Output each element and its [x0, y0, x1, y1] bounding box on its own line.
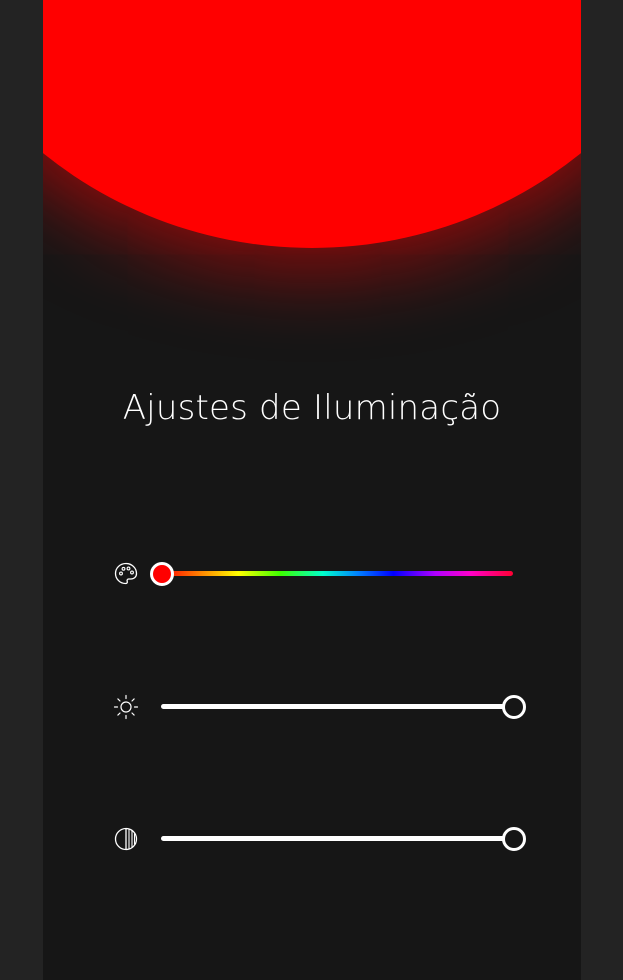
sun-icon: [113, 694, 139, 720]
brightness-slider-row: [103, 687, 526, 727]
lighting-panel: Ajustes de Iluminação: [43, 0, 581, 980]
contrast-slider-row: [103, 819, 526, 859]
brightness-slider-thumb[interactable]: [502, 695, 526, 719]
light-color-preview: [43, 0, 581, 248]
page-title: Ajustes de Iluminação: [122, 388, 502, 428]
hue-slider-track[interactable]: [161, 571, 513, 576]
contrast-icon: [114, 827, 138, 851]
hue-slider-row: [103, 554, 523, 594]
hue-slider-thumb[interactable]: [150, 562, 174, 586]
brightness-slider-track[interactable]: [161, 704, 513, 709]
palette-icon: [114, 562, 138, 585]
contrast-slider-thumb[interactable]: [502, 827, 526, 851]
contrast-slider-track[interactable]: [161, 836, 513, 841]
